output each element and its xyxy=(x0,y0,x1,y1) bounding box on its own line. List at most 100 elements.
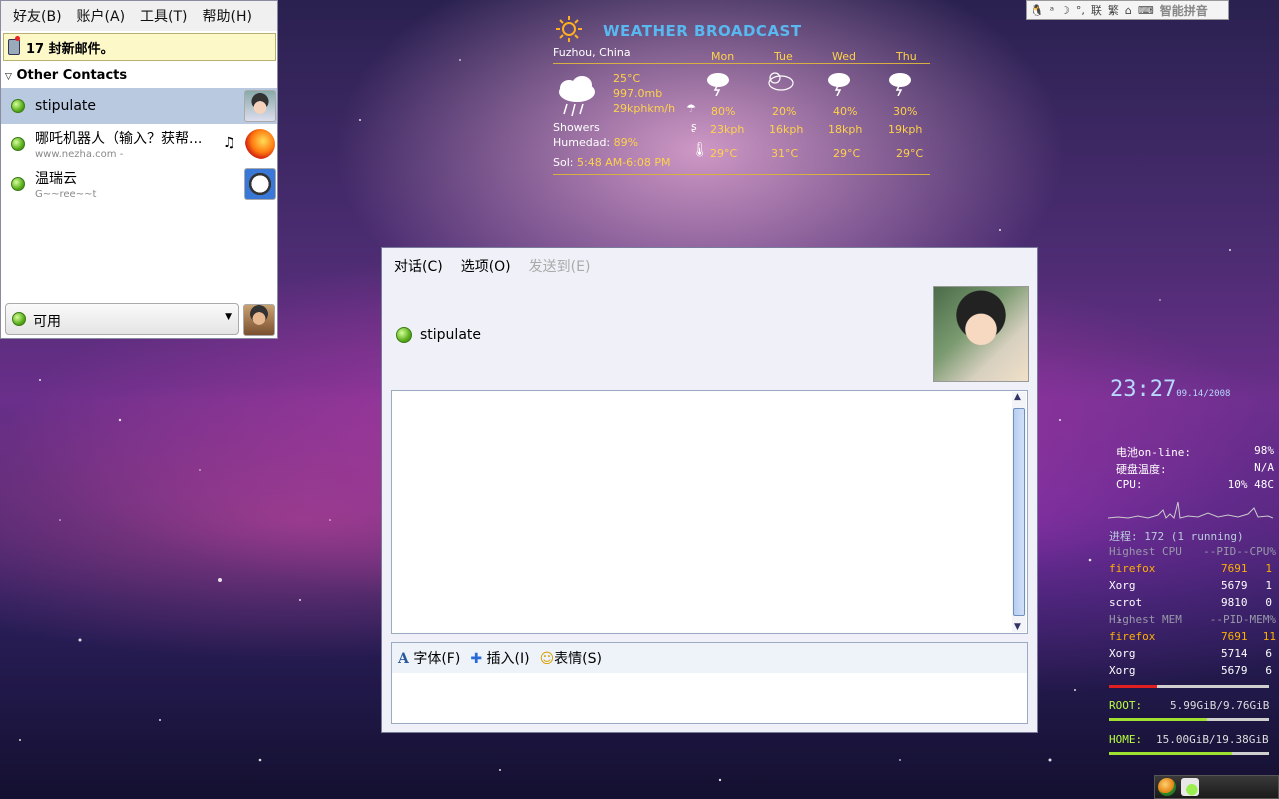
system-monitor: 电池on-line: 98% 硬盘温度: N/A CPU: 10% 48C 进程… xyxy=(1108,378,1278,778)
scrollbar[interactable]: ▲ ▼ xyxy=(1012,392,1026,632)
root-label: ROOT: xyxy=(1109,699,1143,712)
status-selector[interactable]: 可用 ▼ xyxy=(5,303,239,335)
home-usage: 15.00GiB/19.38GiB xyxy=(1156,733,1269,746)
current-wind: 29kphkm/h xyxy=(613,102,676,115)
menu-help[interactable]: 帮助(H) xyxy=(197,6,261,26)
ime-mode-icon[interactable]: ᵃ xyxy=(1047,4,1057,17)
im-contact-window: 好友(B) 账户(A) 工具(T) 帮助(H) 17 封新邮件。 ▽ Other… xyxy=(0,0,278,339)
memory-bar-fill xyxy=(1109,685,1157,688)
menu-tools[interactable]: 工具(T) xyxy=(134,6,196,26)
keyboard-icon[interactable]: ⌨ xyxy=(1135,4,1157,17)
im-tray-icon[interactable] xyxy=(1181,778,1199,796)
moon-icon[interactable]: ☽ xyxy=(1057,4,1073,17)
cpu-top-val: 1 xyxy=(1265,579,1272,592)
cpu-top-name: Xorg xyxy=(1109,579,1136,592)
contact-row-stipulate[interactable]: stipulate xyxy=(1,88,277,124)
scroll-down-icon[interactable]: ▼ xyxy=(1014,622,1021,632)
current-temp: 25°C xyxy=(613,72,641,85)
cpu-graph xyxy=(1108,501,1273,519)
contact-name: 温瑞云 xyxy=(35,171,77,187)
scroll-up-icon[interactable]: ▲ xyxy=(1014,392,1021,402)
menu-friends[interactable]: 好友(B) xyxy=(7,6,71,26)
insert-button[interactable]: ✚ 插入(I) xyxy=(470,648,529,668)
thunderstorm-icon xyxy=(707,73,729,96)
current-humidity: Humedad: 89% xyxy=(553,136,639,149)
menu-send-to: 发送到(E) xyxy=(528,259,591,275)
smiley-icon: ☺ xyxy=(539,651,555,667)
punct-icon[interactable]: °, xyxy=(1073,4,1088,17)
battery-value: 98% xyxy=(1254,444,1274,457)
message-history[interactable]: ▲ ▼ xyxy=(391,390,1028,634)
forecast-temp: 29°C xyxy=(833,147,861,160)
root-disk-bar xyxy=(1109,718,1269,721)
im-menubar: 好友(B) 账户(A) 工具(T) 帮助(H) xyxy=(1,1,277,31)
penguin-icon[interactable]: 🐧 xyxy=(1027,4,1047,17)
thunderstorm-icon xyxy=(889,73,911,96)
cpu-top-pid: 5679 xyxy=(1221,579,1248,592)
battery-label: 电池on-line: xyxy=(1116,446,1191,459)
cpu-top-cols: --PID--CPU% xyxy=(1203,545,1276,558)
ime-toolbar[interactable]: 🐧 ᵃ ☽ °, 联 繁 ⌂ ⌨ 智能拼音 xyxy=(1026,0,1229,20)
forecast-precip: 40% xyxy=(833,105,858,118)
mail-phone-icon xyxy=(8,36,20,55)
mem-top-pid: 5714 xyxy=(1221,647,1248,660)
contact-group-header[interactable]: ▽ Other Contacts xyxy=(5,68,127,83)
chevron-down-icon: ▼ xyxy=(225,312,232,322)
network-globe-icon[interactable] xyxy=(1158,778,1176,796)
forecast-day-mon: Mon xyxy=(711,50,735,63)
self-avatar[interactable] xyxy=(243,304,275,336)
contact-status-message: G~~ree~~t xyxy=(35,189,97,200)
forecast-temp: 31°C xyxy=(771,147,799,160)
contact-row-wenruiyun[interactable]: 温瑞云 G~~ree~~t xyxy=(1,165,277,203)
emoticon-button[interactable]: ☺表情(S) xyxy=(540,648,602,668)
mem-top-val: 6 xyxy=(1265,664,1272,677)
mem-top-header: Highest MEM xyxy=(1109,613,1182,626)
forecast-precip: 80% xyxy=(711,105,736,118)
rain-cloud-icon xyxy=(559,76,595,117)
mem-top-pid: 5679 xyxy=(1221,664,1248,677)
compose-area[interactable]: A 字体(F) ✚ 插入(I) ☺表情(S) xyxy=(391,642,1028,724)
mem-top-name: Xorg xyxy=(1109,647,1136,660)
scroll-thumb[interactable] xyxy=(1013,408,1025,616)
cpu-top-pid: 9810 xyxy=(1221,596,1248,609)
forecast-wind: 19kph xyxy=(888,123,923,136)
compose-toolbar: A 字体(F) ✚ 插入(I) ☺表情(S) xyxy=(392,643,1027,673)
mem-top-val: 6 xyxy=(1265,647,1272,660)
contact-name: 哪吒机器人（输入？获帮... xyxy=(35,131,203,147)
font-icon: A xyxy=(398,651,409,667)
ime-key-2[interactable]: 繁 xyxy=(1105,2,1122,18)
contact-row-nezha[interactable]: 哪吒机器人（输入？获帮... www.nezha.com - ♫ xyxy=(1,125,277,163)
font-button[interactable]: A 字体(F) xyxy=(398,648,460,668)
home-label: HOME: xyxy=(1109,733,1143,746)
menu-conversation[interactable]: 对话(C) xyxy=(394,256,443,276)
mail-notice[interactable]: 17 封新邮件。 xyxy=(3,33,276,61)
forecast-day-thu: Thu xyxy=(896,50,917,63)
current-sun: Sol: 5:48 AM-6:08 PM xyxy=(553,156,671,169)
contact-avatar xyxy=(244,90,276,122)
menu-options[interactable]: 选项(O) xyxy=(461,256,511,276)
ime-key-3[interactable]: ⌂ xyxy=(1122,4,1135,17)
triangle-down-icon: ▽ xyxy=(5,72,12,82)
forecast-temp: 29°C xyxy=(896,147,924,160)
forecast-precip: 20% xyxy=(772,105,797,118)
forecast-day-wed: Wed xyxy=(832,50,856,63)
disk-temp-label: 硬盘温度: xyxy=(1116,463,1167,476)
status-label: 可用 xyxy=(33,314,61,330)
forecast-day-tue: Tue xyxy=(774,50,793,63)
menu-account[interactable]: 账户(A) xyxy=(71,6,135,26)
mail-notice-text: 17 封新邮件。 xyxy=(26,41,114,57)
forecast-wind: 23kph xyxy=(710,123,745,136)
cpu-top-header: Highest CPU xyxy=(1109,545,1182,558)
cpu-value: 10% 48C xyxy=(1227,478,1274,491)
ime-key-1[interactable]: 联 xyxy=(1088,2,1105,18)
forecast-temp: 29°C xyxy=(710,147,738,160)
current-condition: Showers xyxy=(553,121,600,134)
mem-top-name: firefox xyxy=(1109,630,1156,643)
forecast-precip: 30% xyxy=(893,105,918,118)
music-note-icon: ♫ xyxy=(223,135,236,151)
weather-title: WEATHER BROADCAST xyxy=(603,22,802,40)
root-usage: 5.99GiB/9.76GiB xyxy=(1170,699,1270,712)
mem-top-name: Xorg xyxy=(1109,664,1136,677)
buddy-photo[interactable] xyxy=(933,286,1029,382)
contact-avatar xyxy=(244,168,276,200)
